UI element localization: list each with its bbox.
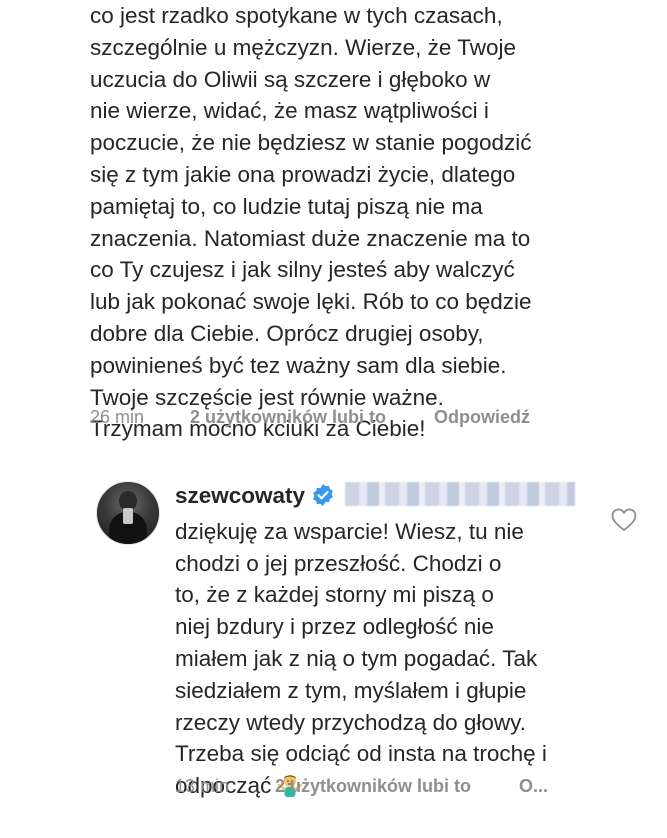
comment-timestamp[interactable]: 26 min [90, 407, 190, 428]
comment-line: powinieneś być tez ważny sam dla siebie. [90, 352, 507, 378]
comment-likes-link[interactable]: 2 użytkowników lubi to [275, 776, 519, 797]
comment-line: się z tym jakie ona prowadzi życie, dlat… [90, 161, 516, 187]
comment-line: dobre dla Ciebie. Oprócz drugiej osoby, [90, 320, 484, 346]
reply-comment: szewcowaty dziękuję za wsparcie! Wiesz, … [175, 480, 645, 807]
comment-line: to, że z każdej storny mi piszą o [175, 582, 494, 608]
reply-meta: 13 min 2 użytkowników lubi to O... [175, 776, 548, 797]
reply-button[interactable]: Odpowiedź [434, 407, 530, 428]
username-link[interactable]: szewcowaty [175, 483, 305, 508]
comment-line: co jest rzadko spotykane w tych czasach, [90, 3, 503, 28]
comment-line: siedziałem z tym, myślałem i głupie [175, 677, 527, 703]
comment-line: rzeczy wtedy przychodzą do głowy. [175, 709, 526, 735]
comment-line: uczucia do Oliwii są szczere i głęboko w [90, 66, 491, 92]
comment-text: co jest rzadko spotykane w tych czasach,… [90, 0, 650, 445]
comment-line: lub jak pokonać swoje lęki. Rób to co bę… [90, 289, 532, 315]
blurred-mention [345, 482, 576, 506]
reply-button[interactable]: O... [519, 776, 548, 797]
comment-meta: 26 min 2 użytkowników lubi to Odpowiedź [90, 407, 530, 428]
comment-line: szczególnie u mężczyzn. Wierze, że Twoje [90, 34, 516, 60]
comment-line: co Ty czujesz i jak silny jesteś aby wal… [90, 257, 515, 283]
comment-line: nie wierze, widać, że masz wątpliwości i [90, 98, 489, 124]
reply-header: szewcowaty [175, 480, 645, 516]
verified-badge-icon [311, 483, 335, 516]
comment-line: miałem jak z nią o tym pogadać. Tak [175, 645, 538, 671]
comment-line: dziękuję za wsparcie! Wiesz, tu nie [175, 518, 524, 544]
heart-icon[interactable] [611, 508, 637, 532]
comment-line: niej bzdury i przez odległość nie [175, 614, 494, 640]
comment-line: pamiętaj to, co ludzie tutaj piszą nie m… [90, 193, 483, 219]
comment-line: znaczenia. Natomiast duże znaczenie ma t… [90, 225, 531, 251]
comment-line: chodzi o jej przeszłość. Chodzi o [175, 550, 502, 576]
comment-likes-link[interactable]: 2 użytkowników lubi to [190, 407, 434, 428]
avatar[interactable] [96, 481, 160, 545]
comment-line: poczucie, że nie będziesz w stanie pogod… [90, 130, 532, 156]
comment-body: co jest rzadko spotykane w tych czasach,… [90, 0, 650, 445]
comment-line: Trzeba się odciąć od insta na trochę i [175, 741, 547, 767]
comment-timestamp[interactable]: 13 min [175, 776, 275, 797]
